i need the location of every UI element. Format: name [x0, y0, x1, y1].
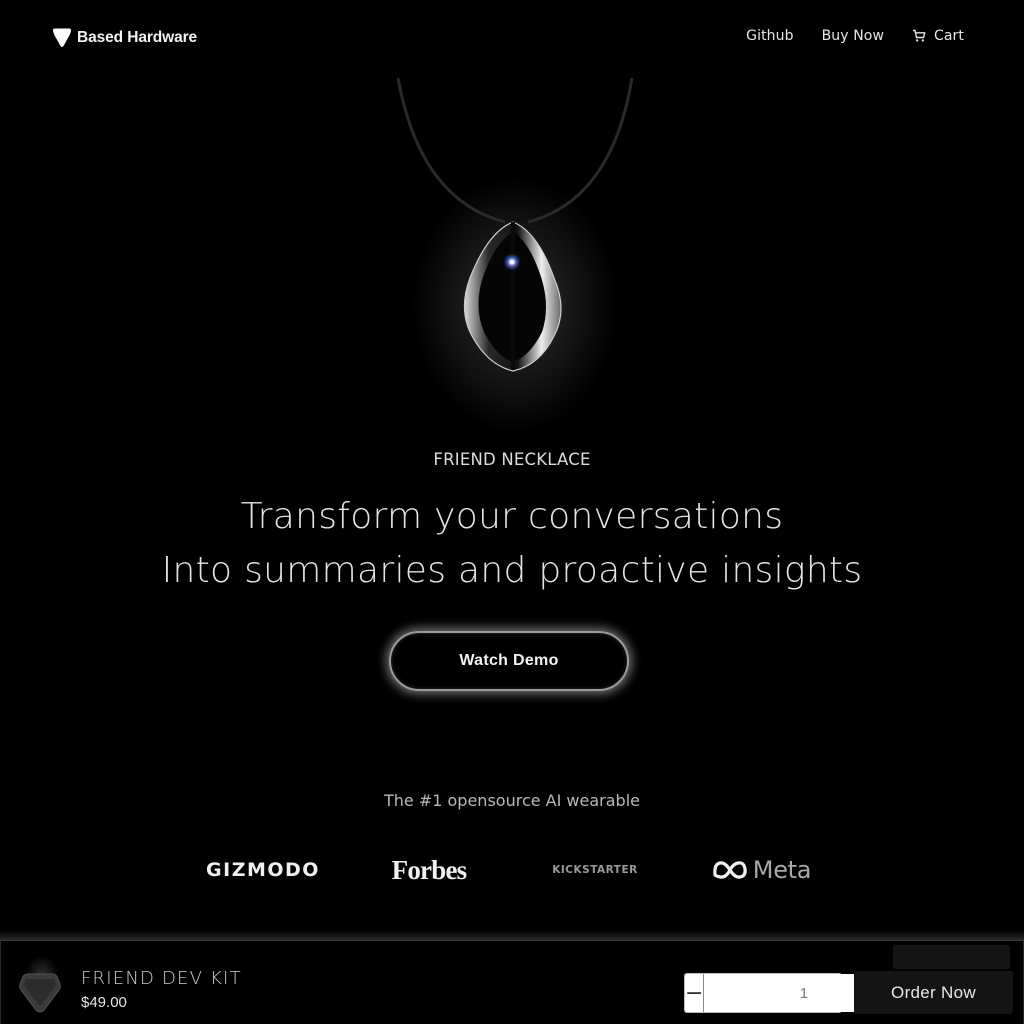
product-price: $49.00	[81, 994, 127, 1011]
watch-demo-button[interactable]: Watch Demo	[389, 631, 629, 691]
headline-line-1: Transform your conversations	[240, 496, 784, 537]
placeholder-tab	[893, 945, 1010, 969]
kickstarter-logo: KICKSTARTER	[552, 864, 638, 876]
nav-github-link[interactable]: Github	[746, 28, 793, 44]
watch-demo-label: Watch Demo	[459, 652, 559, 669]
brand-logo[interactable]: Based Hardware	[51, 27, 197, 49]
nav-buy-now-link[interactable]: Buy Now	[822, 28, 884, 44]
quantity-stepper: − +	[684, 973, 923, 1013]
dev-kit-thumbnail	[19, 973, 61, 1013]
gizmodo-logo: GIZMODO	[206, 859, 320, 881]
necklace-pendant-image	[396, 77, 634, 372]
product-eyebrow: FRIEND NECKLACE	[433, 450, 591, 469]
order-now-button[interactable]: Order Now	[854, 971, 1013, 1014]
order-now-label: Order Now	[891, 982, 976, 1002]
nav-cart-link[interactable]: Cart	[912, 28, 964, 44]
press-logos: GIZMODO Forbes KICKSTARTER Meta	[0, 850, 1024, 890]
product-name: FRIEND DEV KIT	[81, 968, 242, 989]
cart-icon	[913, 29, 926, 42]
decrement-button[interactable]: −	[685, 974, 705, 1012]
main-nav: Github Buy Now Cart	[746, 28, 964, 44]
cart-label: Cart	[934, 28, 964, 44]
brand-name: Based Hardware	[77, 29, 198, 46]
hero-headline: Transform your conversations Into summar…	[0, 490, 1024, 598]
brand-logo-icon	[53, 28, 71, 47]
meta-logo: Meta	[710, 850, 812, 890]
meta-wordmark: Meta	[752, 856, 812, 884]
purchase-bar: FRIEND DEV KIT $49.00 − + Order Now	[0, 940, 1024, 1024]
headline-line-2: Into summaries and proactive insights	[161, 550, 863, 591]
forbes-logo: Forbes	[391, 854, 467, 885]
press-tagline: The #1 opensource AI wearable	[384, 791, 640, 810]
meta-infinity-icon	[713, 861, 747, 879]
